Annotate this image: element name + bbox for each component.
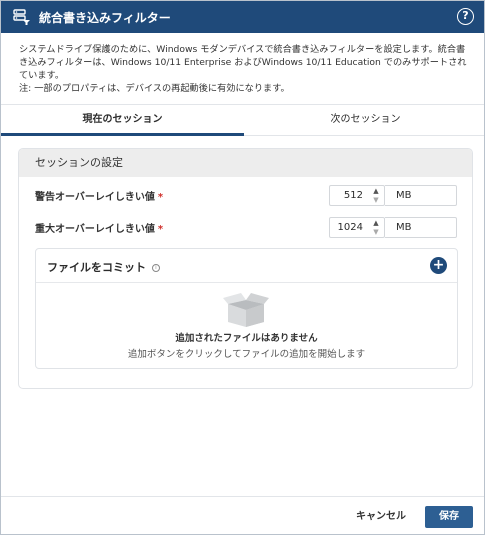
info-icon[interactable]: i <box>152 264 160 272</box>
warning-threshold-label-text: 警告オーバーレイしきい値 <box>35 192 155 203</box>
increment-icon[interactable]: ▲ <box>372 219 380 227</box>
empty-state-subtitle: 追加ボタンをクリックしてファイルの追加を開始します <box>127 349 366 360</box>
session-settings-card: セッションの設定 警告オーバーレイしきい値 * 512 ▲ ▼ MB 重大オーバー… <box>18 148 473 389</box>
help-icon[interactable]: ? <box>457 8 474 25</box>
dialog-footer: キャンセル 保存 <box>1 496 484 534</box>
dialog-title: 統合書き込みフィルター <box>39 11 171 25</box>
dialog-description: システムドライブ保護のために、Windows モダンデバイスで統合書き込みフィル… <box>19 43 474 95</box>
unified-write-filter-dialog: 統合書き込みフィルター ? システムドライブ保護のために、Windows モダン… <box>0 0 485 535</box>
empty-box-icon <box>223 293 269 327</box>
required-mark: * <box>157 192 164 203</box>
warning-threshold-unit: MB <box>385 185 457 206</box>
required-mark: * <box>157 224 164 235</box>
warning-threshold-label: 警告オーバーレイしきい値 * <box>35 188 163 203</box>
session-tabs: 現在のセッション 次のセッション <box>1 104 484 136</box>
critical-threshold-unit: MB <box>385 217 457 238</box>
increment-icon[interactable]: ▲ <box>372 187 380 195</box>
description-text: システムドライブ保護のために、Windows モダンデバイスで統合書き込みフィル… <box>19 44 467 81</box>
critical-threshold-input[interactable]: 1024 ▲ ▼ <box>329 217 385 238</box>
add-file-button[interactable]: + <box>430 257 447 274</box>
critical-threshold-label-text: 重大オーバーレイしきい値 <box>35 224 155 235</box>
decrement-icon[interactable]: ▼ <box>372 196 380 204</box>
critical-threshold-value: 1024 <box>337 222 363 233</box>
session-settings-header: セッションの設定 <box>19 149 472 177</box>
dialog-title-bar: 統合書き込みフィルター ? <box>1 1 484 33</box>
tab-current-session[interactable]: 現在のセッション <box>1 105 244 136</box>
commit-files-header: ファイルをコミット i + <box>36 249 457 283</box>
cancel-button[interactable]: キャンセル <box>349 506 413 528</box>
commit-files-title: ファイルをコミット i <box>47 259 160 275</box>
description-note: 注: 一部のプロパティは、デバイスの再起動後に有効になります。 <box>19 83 290 94</box>
save-button[interactable]: 保存 <box>425 506 473 528</box>
warning-threshold-value: 512 <box>343 190 363 201</box>
critical-threshold-label: 重大オーバーレイしきい値 * <box>35 220 163 235</box>
warning-threshold-input[interactable]: 512 ▲ ▼ <box>329 185 385 206</box>
commit-files-title-text: ファイルをコミット <box>47 261 146 274</box>
decrement-icon[interactable]: ▼ <box>372 228 380 236</box>
commit-files-card: ファイルをコミット i + 追加されたファイルはありません 追加ボタンをクリックし… <box>35 248 458 369</box>
empty-state-title: 追加されたファイルはありません <box>175 333 318 344</box>
filter-server-icon <box>13 9 30 25</box>
tab-next-session[interactable]: 次のセッション <box>244 105 485 136</box>
